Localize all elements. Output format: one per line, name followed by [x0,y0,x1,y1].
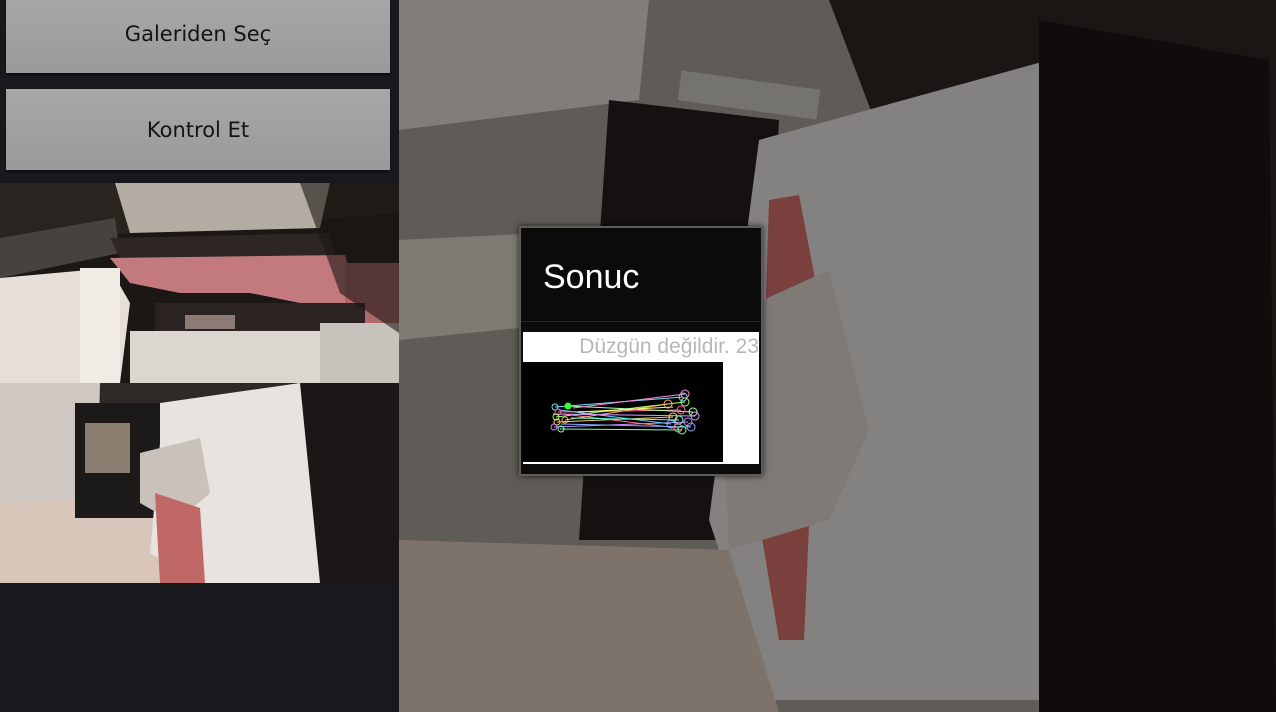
check-button[interactable]: Kontrol Et [6,89,390,170]
dialog-divider [521,321,761,322]
result-text-row: Düzgün değildir. 23 [523,332,759,362]
left-panel: Galeriden Seç Kontrol Et [0,0,399,712]
result-image-row [523,362,759,464]
check-button-label: Kontrol Et [146,117,250,142]
gallery-select-button[interactable]: Galeriden Seç [6,0,390,73]
feature-match-image [523,362,723,462]
result-message: Düzgün değildir. 23 [579,335,759,358]
gallery-select-button-label: Galeriden Seç [124,21,272,46]
result-dialog: Sonuc Düzgün değildir. 23 [519,226,763,476]
dialog-title: Sonuc [543,258,640,296]
thumbnail-image-2 [0,383,399,583]
dialog-footer [521,464,761,474]
thumbnail-image-1 [0,183,399,383]
